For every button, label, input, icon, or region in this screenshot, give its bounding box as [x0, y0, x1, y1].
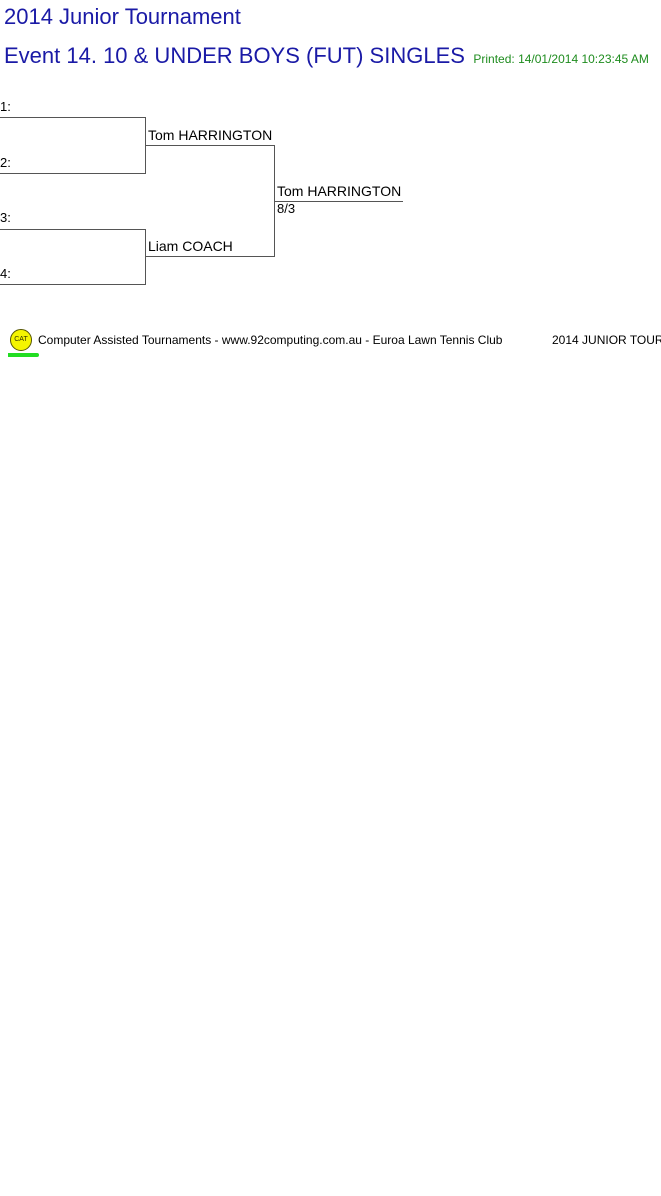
logo-underline — [8, 353, 39, 357]
page-title: 2014 Junior Tournament — [4, 4, 241, 29]
bracket-line-seed-1 — [0, 117, 146, 118]
footer-credit: Computer Assisted Tournaments - www.92co… — [38, 333, 503, 347]
footer: CAT Computer Assisted Tournaments - www.… — [8, 328, 661, 362]
printed-timestamp: Printed: 14/01/2014 10:23:45 AM — [473, 52, 649, 66]
footer-tournament-name: 2014 JUNIOR TOURNAMENT — [552, 333, 661, 347]
seed-label-1: 1: — [0, 99, 11, 114]
bracket-line-seed-4 — [0, 284, 146, 285]
bracket-line-round2-2 — [145, 256, 275, 257]
round2-winner-2: Liam COACH — [148, 238, 233, 254]
bracket-line-seed-2 — [0, 173, 146, 174]
cat-logo-icon: CAT — [10, 329, 32, 351]
event-header: Event 14. 10 & UNDER BOYS (FUT) SINGLES … — [4, 42, 649, 70]
seed-label-4: 4: — [0, 266, 11, 281]
bracket-line-round2-1 — [145, 145, 275, 146]
seed-label-2: 2: — [0, 155, 11, 170]
final-score: 8/3 — [277, 201, 296, 216]
round2-winner-1: Tom HARRINGTON — [148, 127, 273, 143]
bracket-connector-match-2 — [145, 229, 146, 285]
bracket-line-seed-3 — [0, 229, 146, 230]
event-title: Event 14. 10 & UNDER BOYS (FUT) SINGLES — [4, 43, 465, 68]
seed-label-3: 3: — [0, 210, 11, 225]
final-winner: Tom HARRINGTON — [277, 183, 402, 199]
